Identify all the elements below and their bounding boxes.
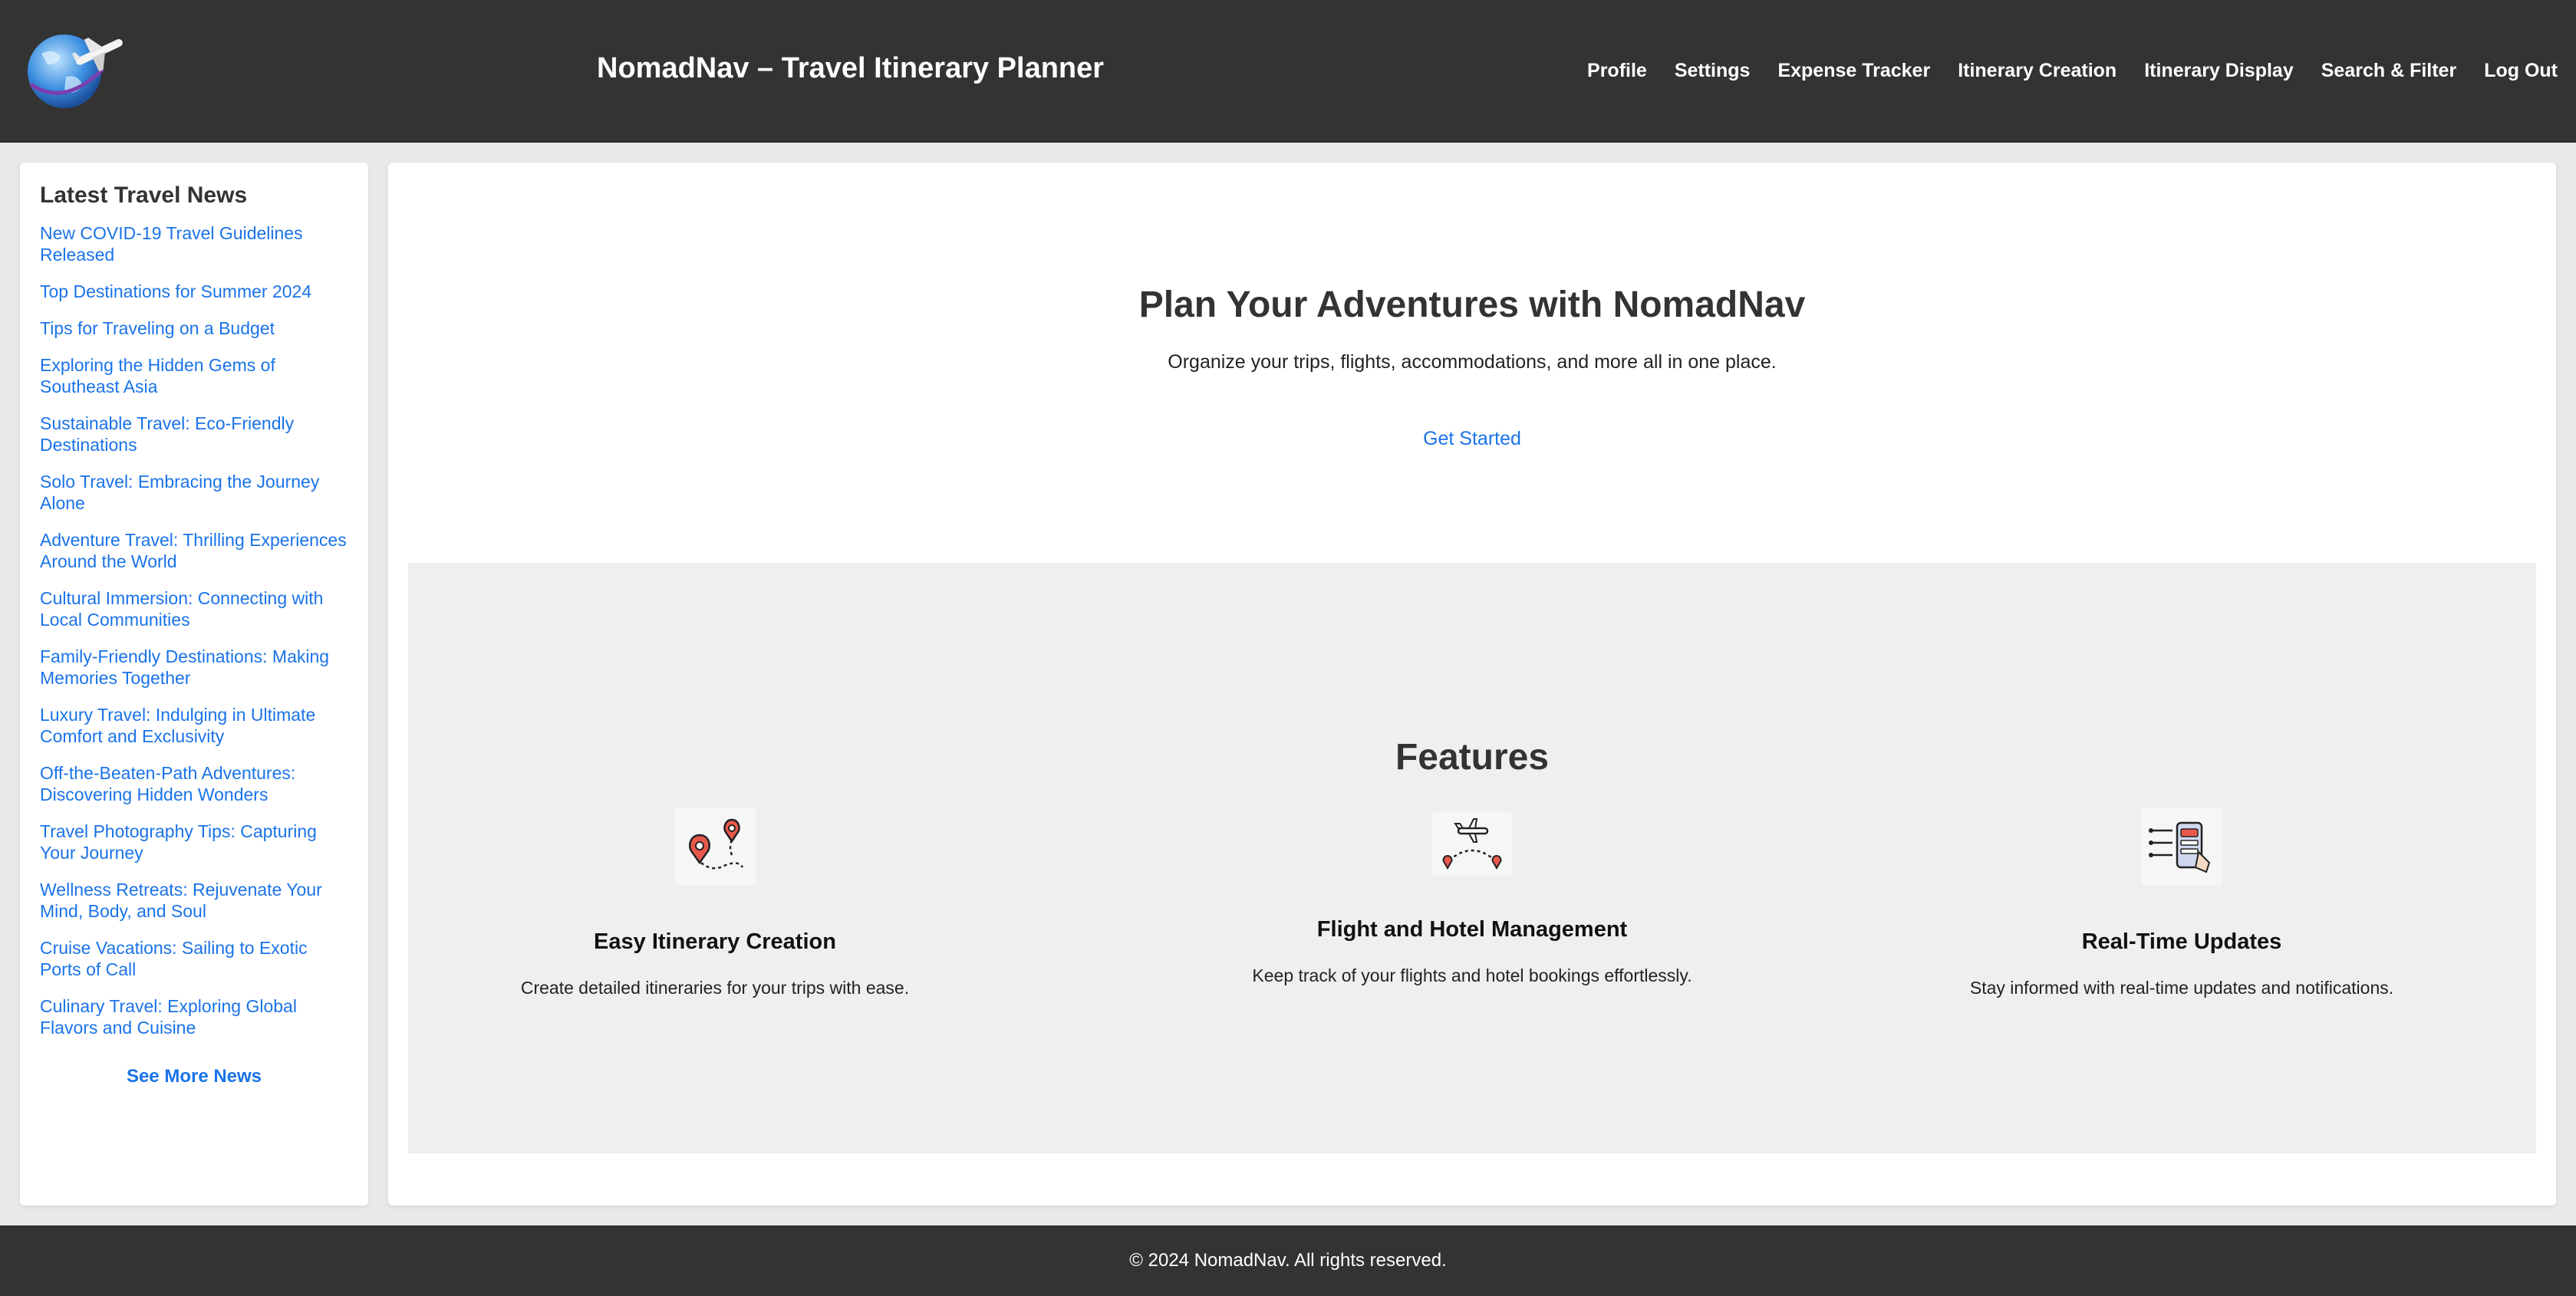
feature-description: Stay informed with real-time updates and…	[1969, 978, 2394, 998]
feature-card-updates: Real-Time Updates Stay informed with rea…	[1906, 808, 2458, 998]
news-list: New COVID-19 Travel Guidelines Released …	[40, 222, 348, 1038]
globe-airplane-icon[interactable]	[18, 31, 126, 112]
news-item[interactable]: Off-the-Beaten-Path Adventures: Discover…	[40, 762, 348, 805]
nav-settings[interactable]: Settings	[1675, 60, 1751, 82]
copyright-text: © 2024 NomadNav. All rights reserved.	[1129, 1250, 1447, 1271]
nav-profile[interactable]: Profile	[1587, 60, 1647, 82]
news-item[interactable]: Wellness Retreats: Rejuvenate Your Mind,…	[40, 879, 348, 922]
nav-search-filter[interactable]: Search & Filter	[2321, 60, 2456, 82]
news-item[interactable]: Family-Friendly Destinations: Making Mem…	[40, 646, 348, 689]
news-item[interactable]: Luxury Travel: Indulging in Ultimate Com…	[40, 704, 348, 747]
news-item[interactable]: New COVID-19 Travel Guidelines Released	[40, 222, 348, 265]
news-sidebar: Latest Travel News New COVID-19 Travel G…	[20, 163, 368, 1206]
mobile-updates-icon	[2141, 808, 2222, 885]
news-item[interactable]: Solo Travel: Embracing the Journey Alone	[40, 471, 348, 514]
news-item[interactable]: Cruise Vacations: Sailing to Exotic Port…	[40, 937, 348, 980]
feature-title: Easy Itinerary Creation	[594, 929, 836, 954]
feature-description: Keep track of your flights and hotel boo…	[1252, 965, 1692, 985]
hero-title: Plan Your Adventures with NomadNav	[1138, 285, 1806, 325]
news-item[interactable]: Sustainable Travel: Eco-Friendly Destina…	[40, 413, 348, 456]
news-item[interactable]: Cultural Immersion: Connecting with Loca…	[40, 587, 348, 630]
feature-title: Real-Time Updates	[2081, 929, 2282, 954]
get-started-link[interactable]: Get Started	[388, 428, 2556, 450]
feature-description: Create detailed itineraries for your tri…	[520, 978, 910, 998]
airplane-route-icon	[1432, 811, 1512, 876]
page-footer: © 2024 NomadNav. All rights reserved.	[0, 1225, 2576, 1296]
hero-subtitle: Organize your trips, flights, accommodat…	[1168, 351, 1777, 373]
news-item[interactable]: Exploring the Hidden Gems of Southeast A…	[40, 354, 348, 397]
news-item[interactable]: Culinary Travel: Exploring Global Flavor…	[40, 995, 348, 1038]
see-more-news-link[interactable]: See More News	[40, 1066, 348, 1087]
map-pins-route-icon	[674, 808, 756, 885]
news-item[interactable]: Adventure Travel: Thrilling Experiences …	[40, 529, 348, 572]
features-section: Features Easy Itinerary Creation Create …	[408, 563, 2536, 1153]
nav-itinerary-creation[interactable]: Itinerary Creation	[1958, 60, 2116, 82]
feature-card-itinerary: Easy Itinerary Creation Create detailed …	[439, 808, 991, 998]
news-heading: Latest Travel News	[40, 183, 248, 208]
feature-card-flight-hotel: Flight and Hotel Management Keep track o…	[1196, 808, 1748, 986]
main-content: Plan Your Adventures with NomadNav Organ…	[388, 163, 2556, 1206]
nav-itinerary-display[interactable]: Itinerary Display	[2144, 60, 2294, 82]
nav-log-out[interactable]: Log Out	[2484, 60, 2558, 82]
app-header: NomadNav – Travel Itinerary Planner Prof…	[0, 0, 2576, 143]
news-item[interactable]: Travel Photography Tips: Capturing Your …	[40, 821, 348, 863]
news-item[interactable]: Tips for Traveling on a Budget	[40, 317, 348, 339]
feature-title: Flight and Hotel Management	[1316, 917, 1628, 942]
features-title: Features	[1395, 737, 1550, 778]
nav-expense-tracker[interactable]: Expense Tracker	[1777, 60, 1930, 82]
top-nav: Profile Settings Expense Tracker Itinera…	[1587, 60, 2558, 82]
news-item[interactable]: Top Destinations for Summer 2024	[40, 281, 348, 302]
app-title: NomadNav – Travel Itinerary Planner	[597, 52, 1105, 84]
